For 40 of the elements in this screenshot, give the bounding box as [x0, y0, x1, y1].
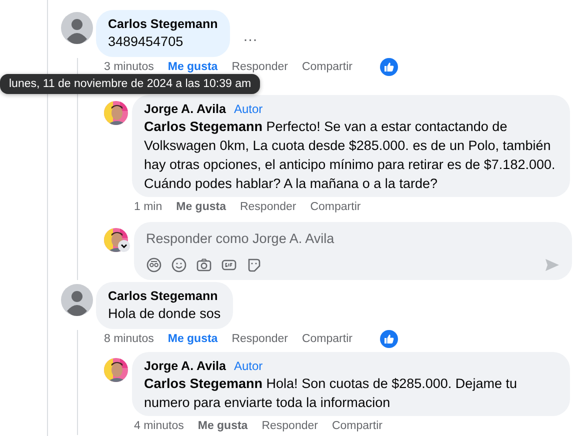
author-name[interactable]: Carlos Stegemann: [108, 16, 218, 32]
reply-link[interactable]: Responder: [232, 61, 288, 73]
author-label: Autor: [234, 102, 263, 116]
author-label: Autor: [234, 359, 263, 373]
reply-link[interactable]: Responder: [240, 201, 296, 213]
comment-time[interactable]: 8 minutos: [104, 333, 154, 345]
date-tooltip: lunes, 11 de noviembre de 2024 a las 10:39 am: [0, 74, 260, 94]
reply-text: Carlos Stegemann Hola! Son cuotas de $285.000. Dejame tu numero para enviarte toda la informacion: [144, 375, 518, 412]
comment-time[interactable]: 4 minutos: [134, 420, 184, 432]
reply-field[interactable]: Responder como Jorge A. Avila: [134, 222, 572, 280]
thumbs-up-icon[interactable]: [380, 330, 398, 348]
avatar-sticker-icon[interactable]: [146, 257, 162, 273]
author-name[interactable]: Jorge A. Avila: [144, 101, 226, 117]
comment-text: 3489454705: [108, 33, 184, 51]
emoji-icon[interactable]: [171, 257, 187, 273]
reply-input[interactable]: Responder como Jorge A. Avila: [146, 229, 560, 248]
thumbs-up-icon[interactable]: [380, 58, 398, 76]
chevron-down-icon[interactable]: [118, 240, 130, 252]
reply-text: Carlos Stegemann Perfecto! Se van a estar contactando de Volkswagen 0km, La cuota desde $285.000. es de un Polo, también hay otras opciones, el anticipo mínimo para retirar es de $7.182.000. Cuándo podes hablar? A la mañana o a la tarde?: [144, 118, 556, 193]
share-link[interactable]: Compartir: [302, 333, 352, 345]
more-options-button[interactable]: …: [242, 28, 258, 45]
reply-link[interactable]: Responder: [262, 420, 318, 432]
comment-time[interactable]: 1 min: [134, 201, 162, 213]
like-link[interactable]: Me gusta: [176, 201, 226, 213]
share-link[interactable]: Compartir: [332, 420, 382, 432]
avatar-icon: [61, 284, 93, 316]
share-link[interactable]: Compartir: [310, 201, 361, 213]
avatar-icon: [61, 12, 93, 44]
share-link[interactable]: Compartir: [302, 61, 352, 73]
author-name[interactable]: Carlos Stegemann: [108, 288, 221, 304]
like-link[interactable]: Me gusta: [198, 420, 248, 432]
gif-icon[interactable]: [221, 257, 237, 273]
camera-icon[interactable]: [196, 257, 212, 273]
like-link[interactable]: Me gusta: [168, 61, 218, 73]
like-link[interactable]: Me gusta: [168, 333, 218, 345]
author-name[interactable]: Jorge A. Avila: [144, 358, 226, 374]
sticker-icon[interactable]: [246, 257, 262, 273]
reply-link[interactable]: Responder: [232, 333, 288, 345]
comment-time[interactable]: 3 minutos: [104, 61, 154, 73]
comment-text: Hola de donde sos: [108, 305, 221, 323]
